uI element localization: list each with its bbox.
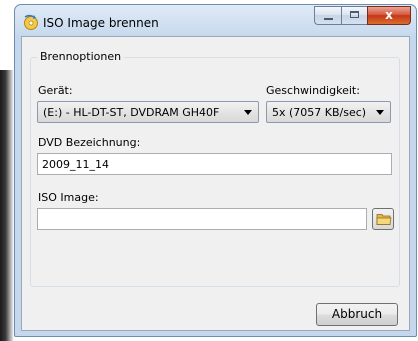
background-window-edge <box>0 70 14 341</box>
caption-buttons: x <box>314 6 411 25</box>
chevron-down-icon <box>244 110 252 115</box>
maximize-button[interactable] <box>341 6 367 25</box>
title-bar[interactable]: ISO Image brennen x <box>15 5 416 37</box>
chevron-down-icon <box>376 110 384 115</box>
folder-icon <box>376 214 392 225</box>
device-label: Gerät: <box>38 84 73 97</box>
dvd-label-input[interactable]: 2009_11_14 <box>37 153 392 175</box>
minimize-button[interactable] <box>314 6 341 25</box>
speed-selected-value: 5x (7057 KB/sec) <box>272 106 367 119</box>
speed-dropdown[interactable]: 5x (7057 KB/sec) <box>266 101 391 123</box>
close-icon: x <box>385 8 393 22</box>
dialog-window: ISO Image brennen x Brennoptionen Gerät:… <box>14 4 417 337</box>
burn-disc-app-icon <box>23 14 39 30</box>
maximize-icon <box>350 11 359 18</box>
device-dropdown[interactable]: (E:) - HL-DT-ST, DVDRAM GH40F <box>37 101 259 123</box>
browse-button[interactable] <box>372 208 394 230</box>
dvd-label-label: DVD Bezeichnung: <box>38 136 141 149</box>
iso-image-label: ISO Image: <box>38 191 99 204</box>
device-selected-value: (E:) - HL-DT-ST, DVDRAM GH40F <box>43 106 220 119</box>
iso-image-input[interactable] <box>37 208 367 230</box>
speed-label: Geschwindigkeit: <box>266 84 360 97</box>
window-title: ISO Image brennen <box>43 16 159 30</box>
burn-options-legend: Brennoptionen <box>37 50 125 63</box>
dialog-client-area: Brennoptionen Gerät: (E:) - HL-DT-ST, DV… <box>21 36 410 331</box>
minimize-icon <box>324 18 333 20</box>
cancel-button[interactable]: Abbruch <box>316 303 398 326</box>
close-button[interactable]: x <box>367 6 411 25</box>
